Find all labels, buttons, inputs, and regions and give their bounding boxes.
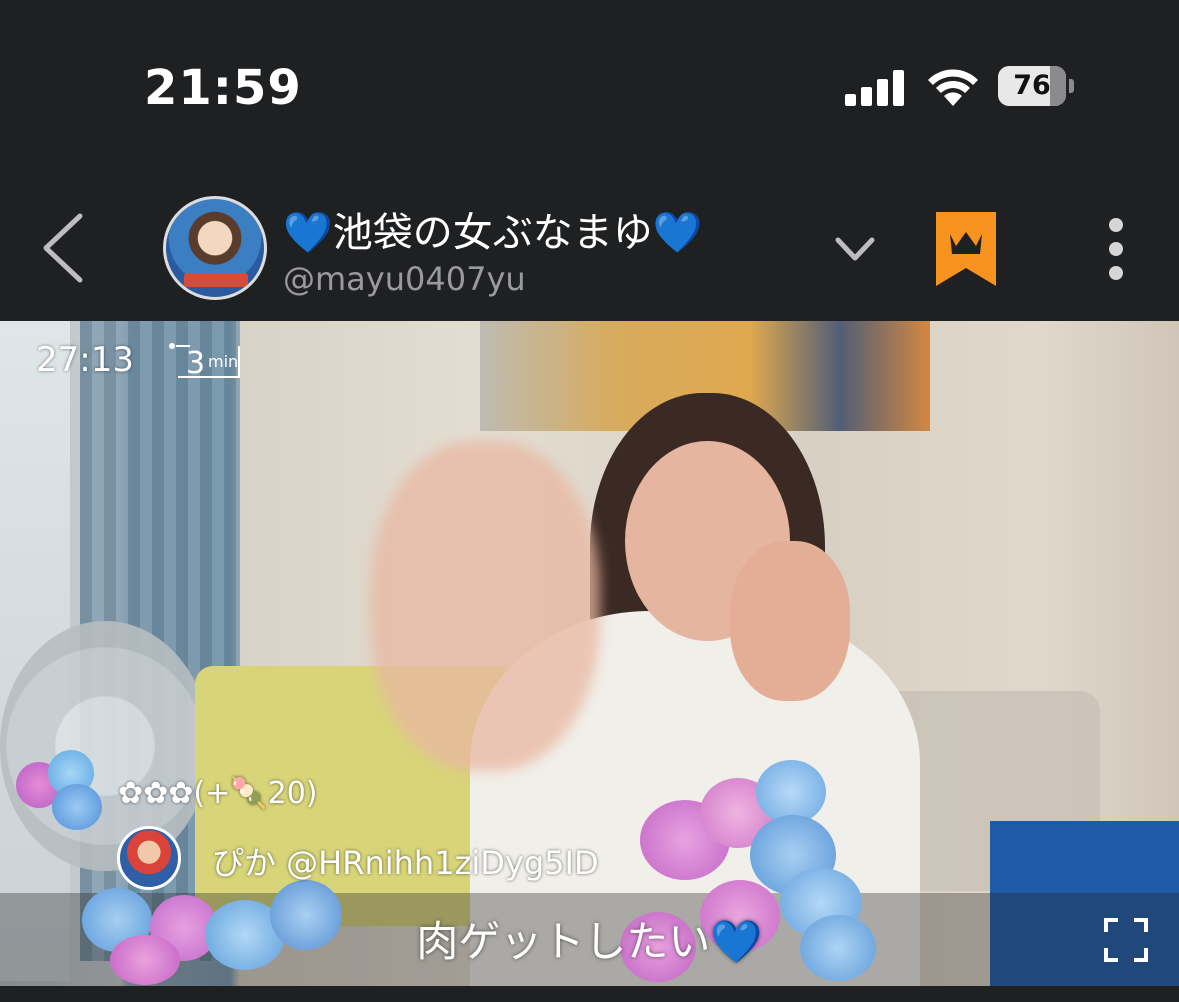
wifi-icon bbox=[928, 69, 978, 106]
stream-caption: 肉ゲットしたい💙 bbox=[416, 917, 763, 966]
gift-message: ✿✿✿(+🍡20) bbox=[118, 776, 318, 811]
crown-bookmark-icon[interactable] bbox=[936, 212, 996, 286]
broadcaster-handle[interactable]: @mayu0407yu bbox=[283, 260, 526, 298]
clock: 21:59 bbox=[144, 60, 302, 116]
commenter-avatar[interactable] bbox=[117, 826, 181, 890]
rewind-unit: min bbox=[208, 352, 239, 371]
comment-text: ぴか @HRnihh1ziDyg5ID bbox=[212, 844, 599, 882]
status-bar: 21:59 76 bbox=[0, 0, 1179, 180]
stream-title[interactable]: 💙池袋の女ぶなまゆ💙 bbox=[283, 200, 703, 258]
chevron-down-icon[interactable] bbox=[833, 234, 877, 264]
battery-percent: 76 bbox=[1013, 70, 1051, 101]
rewind-button[interactable]: 3 min bbox=[168, 340, 244, 384]
rewind-amount: 3 bbox=[186, 346, 206, 381]
more-vertical-icon[interactable] bbox=[1100, 216, 1132, 282]
fullscreen-icon[interactable] bbox=[1102, 916, 1150, 964]
back-chevron-icon[interactable] bbox=[38, 210, 88, 286]
live-video[interactable] bbox=[0, 321, 1179, 986]
elapsed-time: 27:13 bbox=[36, 340, 134, 380]
bottom-bar bbox=[0, 986, 1179, 1002]
broadcaster-avatar[interactable] bbox=[163, 196, 267, 300]
signal-icon bbox=[845, 70, 907, 106]
battery-icon: 76 bbox=[998, 66, 1074, 108]
